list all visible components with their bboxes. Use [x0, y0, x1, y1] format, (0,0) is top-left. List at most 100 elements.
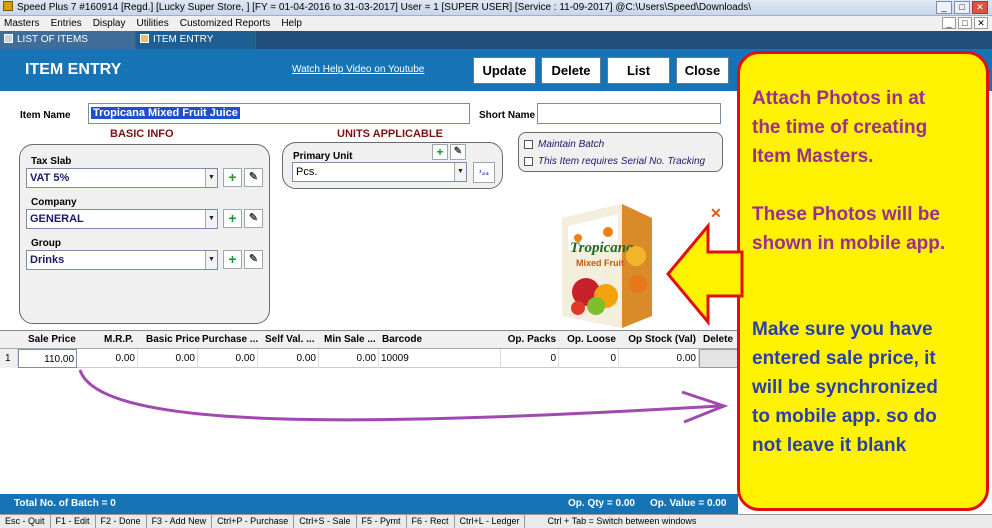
shortcut-edit: F1 - Edit [51, 515, 96, 528]
callout-line: shown in mobile app. [752, 233, 946, 254]
maintain-batch-label: Maintain Batch [538, 139, 605, 150]
tax-slab-label: Tax Slab [31, 156, 72, 167]
remove-photo-icon[interactable]: ✕ [710, 205, 722, 222]
callout-line: Item Masters. [752, 146, 874, 167]
sale-price-arrow [78, 369, 729, 424]
group-value: Drinks [30, 254, 65, 266]
tax-slab-dropdown[interactable]: VAT 5% ▼ [26, 168, 218, 188]
shortcut-done: F2 - Done [96, 515, 147, 528]
plus-icon: + [228, 210, 237, 226]
shortcut-statusbar: Esc - Quit F1 - Edit F2 - Done F3 - Add … [0, 514, 992, 528]
menu-display[interactable]: Display [93, 16, 126, 31]
col-basic-price[interactable]: Basic Price [146, 331, 200, 349]
add-unit-button[interactable]: + [432, 144, 448, 160]
window-tabs: LIST OF ITEMS ITEM ENTRY [0, 31, 992, 49]
col-delete[interactable]: Delete [703, 331, 737, 349]
units-applicable-title: UNITS APPLICABLE [337, 128, 443, 140]
delete-button[interactable]: Delete [541, 57, 601, 84]
menu-utilities[interactable]: Utilities [136, 16, 168, 31]
primary-unit-dropdown[interactable]: Pcs. ▼ [292, 162, 467, 182]
col-mrp[interactable]: M.R.P. [104, 331, 144, 349]
tax-slab-value: VAT 5% [30, 172, 70, 184]
brand-text: Tropicana [570, 240, 634, 256]
menu-entries[interactable]: Entries [51, 16, 82, 31]
child-window-controls: _ □ ✕ [942, 17, 988, 29]
window-title: Speed Plus 7 #160914 [Regd.] [Lucky Supe… [17, 2, 752, 13]
company-label: Company [31, 197, 77, 208]
callout-line: to mobile app. so do [752, 406, 937, 427]
shortcut-payment: F5 - Pymt [357, 515, 407, 528]
item-name-value: Tropicana Mixed Fruit Juice [91, 107, 240, 119]
col-self-val[interactable]: Self Val. ... [265, 331, 323, 349]
shortcut-sale: Ctrl+S - Sale [294, 515, 357, 528]
add-group-button[interactable]: + [223, 250, 242, 269]
item-name-label: Item Name [20, 110, 71, 121]
shortcut-add-new: F3 - Add New [147, 515, 213, 528]
minimize-button[interactable]: _ [936, 1, 952, 14]
serial-tracking-checkbox[interactable]: This Item requires Serial No. Tracking [524, 156, 705, 167]
col-op-loose[interactable]: Op. Loose [562, 331, 616, 349]
pencil-icon: ✎ [248, 171, 259, 183]
company-dropdown[interactable]: GENERAL ▼ [26, 209, 218, 229]
chevron-down-icon: ▼ [205, 251, 217, 269]
group-label: Group [31, 238, 61, 249]
plus-icon: + [436, 145, 444, 159]
basic-info-title: BASIC INFO [110, 128, 174, 140]
add-company-button[interactable]: + [223, 209, 242, 228]
edit-tax-slab-button[interactable]: ✎ [244, 168, 263, 187]
unit-conversion-button[interactable]: ¹₂₃ [473, 162, 495, 183]
pencil-icon: ✎ [248, 253, 259, 265]
short-name-label: Short Name [479, 110, 536, 121]
item-name-field[interactable]: Tropicana Mixed Fruit Juice [88, 103, 470, 124]
list-button[interactable]: List [607, 57, 670, 84]
cell-sale-price[interactable]: 110.00 [18, 349, 77, 368]
callout-line: Attach Photos in at [752, 88, 926, 109]
window-close-button[interactable]: ✕ [972, 1, 988, 14]
chevron-down-icon: ▼ [454, 163, 466, 181]
col-purchase[interactable]: Purchase ... [202, 331, 262, 349]
callout-line: entered sale price, it [752, 348, 936, 369]
col-min-sale[interactable]: Min Sale ... [324, 331, 380, 349]
shortcut-switch-windows: Ctrl + Tab = Switch between windows [547, 516, 697, 526]
edit-unit-button[interactable]: ✎ [450, 144, 466, 160]
short-name-field[interactable] [537, 103, 721, 124]
menu-bar: Masters Entries Display Utilities Custom… [0, 16, 992, 31]
col-barcode[interactable]: Barcode [382, 331, 442, 349]
child-minimize-button[interactable]: _ [942, 17, 956, 29]
tab-label: ITEM ENTRY [153, 34, 214, 45]
callout-line: Make sure you have [752, 319, 933, 340]
op-value-total: Op. Value = 0.00 [650, 498, 727, 509]
annotation-callout: Attach Photos in at the time of creating… [737, 51, 989, 511]
form-footer: Total No. of Batch = 0 Op. Qty = 0.00 Op… [0, 494, 738, 514]
callout-line: the time of creating [752, 117, 928, 138]
menu-masters[interactable]: Masters [4, 16, 40, 31]
col-op-stock[interactable]: Op Stock (Val) [622, 331, 696, 349]
help-video-link[interactable]: Watch Help Video on Youtube [292, 64, 424, 75]
maximize-button[interactable]: □ [954, 1, 970, 14]
col-sale-price[interactable]: Sale Price [28, 331, 78, 349]
pencil-icon: ✎ [453, 146, 463, 157]
op-qty-total: Op. Qty = 0.00 [568, 498, 635, 509]
edit-group-button[interactable]: ✎ [244, 250, 263, 269]
total-batch-count: Total No. of Batch = 0 [14, 498, 116, 509]
menu-customized-reports[interactable]: Customized Reports [180, 16, 271, 31]
group-dropdown[interactable]: Drinks ▼ [26, 250, 218, 270]
product-photo[interactable]: Tropicana Mixed Fruit [548, 196, 660, 328]
child-maximize-button[interactable]: □ [958, 17, 972, 29]
primary-unit-value: Pcs. [296, 166, 318, 178]
menu-help[interactable]: Help [281, 16, 302, 31]
list-icon [4, 34, 13, 43]
tab-list-of-items[interactable]: LIST OF ITEMS [0, 31, 136, 49]
child-close-button[interactable]: ✕ [974, 17, 988, 29]
shortcut-purchase: Ctrl+P - Purchase [212, 515, 295, 528]
update-button[interactable]: Update [473, 57, 536, 84]
sub-brand-text: Mixed Fruit [576, 258, 624, 268]
add-tax-slab-button[interactable]: + [223, 168, 242, 187]
maintain-batch-checkbox[interactable]: Maintain Batch [524, 139, 604, 150]
close-button[interactable]: Close [676, 57, 729, 84]
edit-company-button[interactable]: ✎ [244, 209, 263, 228]
page-title: ITEM ENTRY [25, 61, 122, 78]
tab-item-entry[interactable]: ITEM ENTRY [136, 31, 256, 49]
col-op-packs[interactable]: Op. Packs [504, 331, 556, 349]
chevron-down-icon: ▼ [205, 169, 217, 187]
